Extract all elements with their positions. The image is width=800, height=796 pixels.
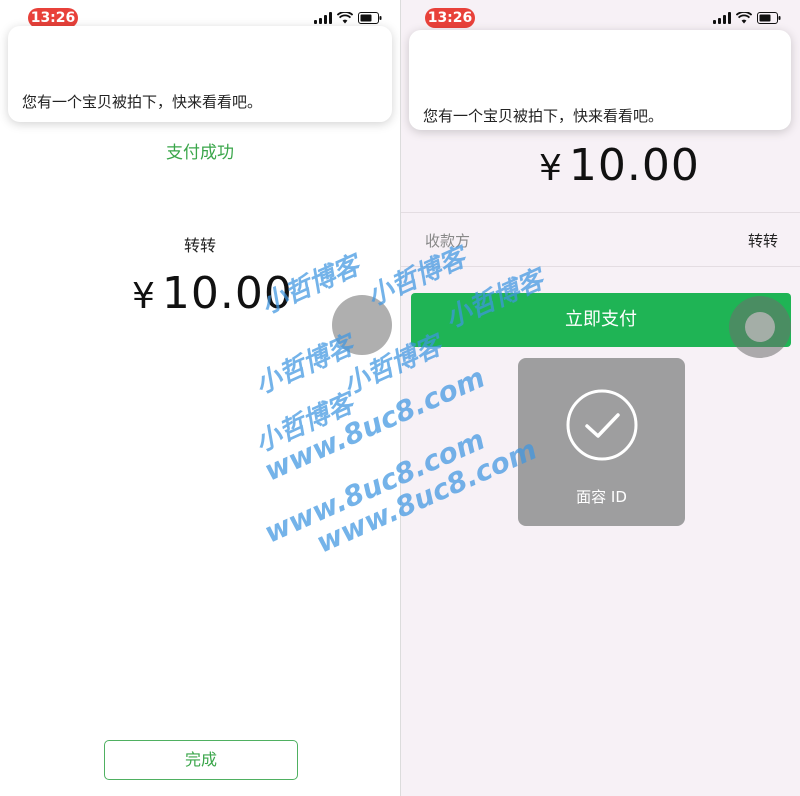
payee-label: 收款方 [425,232,471,250]
payee-name: 转转 [183,236,216,255]
status-time: 13:26 [425,8,475,28]
left-screen: 13:26 您有一个宝贝被拍下，快来看看吧。 支付成功 转转 ¥10.00 完成 [0,0,400,796]
battery-icon [757,12,781,24]
cellular-signal-icon [713,12,731,24]
battery-icon [358,12,382,24]
cellular-signal-icon [314,12,332,24]
payment-success-text: 支付成功 [166,143,234,163]
done-button[interactable]: 完成 [104,740,298,780]
checkmark-icon [566,389,638,461]
notification-message: 您有一个宝贝被拍下，快来看看吧。 [22,93,263,111]
row-divider [401,266,800,267]
status-icons [314,12,382,24]
status-time: 13:26 [28,8,78,28]
row-divider [401,212,800,213]
notification-message: 您有一个宝贝被拍下，快来看看吧。 [423,107,664,125]
amount-value: 10.00 [568,140,700,191]
right-screen: 13:26 您有一个宝贝被拍下，快来看看吧。 ¥10.00 收款方 转转 立即支… [401,0,800,796]
payment-amount: ¥10.00 [132,268,293,319]
notification-banner[interactable]: 您有一个宝贝被拍下，快来看看吧。 [409,30,791,130]
currency-symbol: ¥ [539,148,563,189]
payment-amount: ¥10.00 [539,140,700,191]
face-id-label: 面容 ID [576,488,627,506]
currency-symbol: ¥ [132,276,156,317]
amount-value: 10.00 [161,268,293,319]
wifi-icon [736,12,752,24]
payee-value: 转转 [747,232,778,250]
status-icons [713,12,781,24]
face-id-dialog: 面容 ID [518,358,685,526]
assistive-touch-center [745,312,775,342]
notification-banner[interactable]: 您有一个宝贝被拍下，快来看看吧。 [8,26,392,122]
wifi-icon [337,12,353,24]
assistive-touch-button[interactable] [332,295,392,355]
